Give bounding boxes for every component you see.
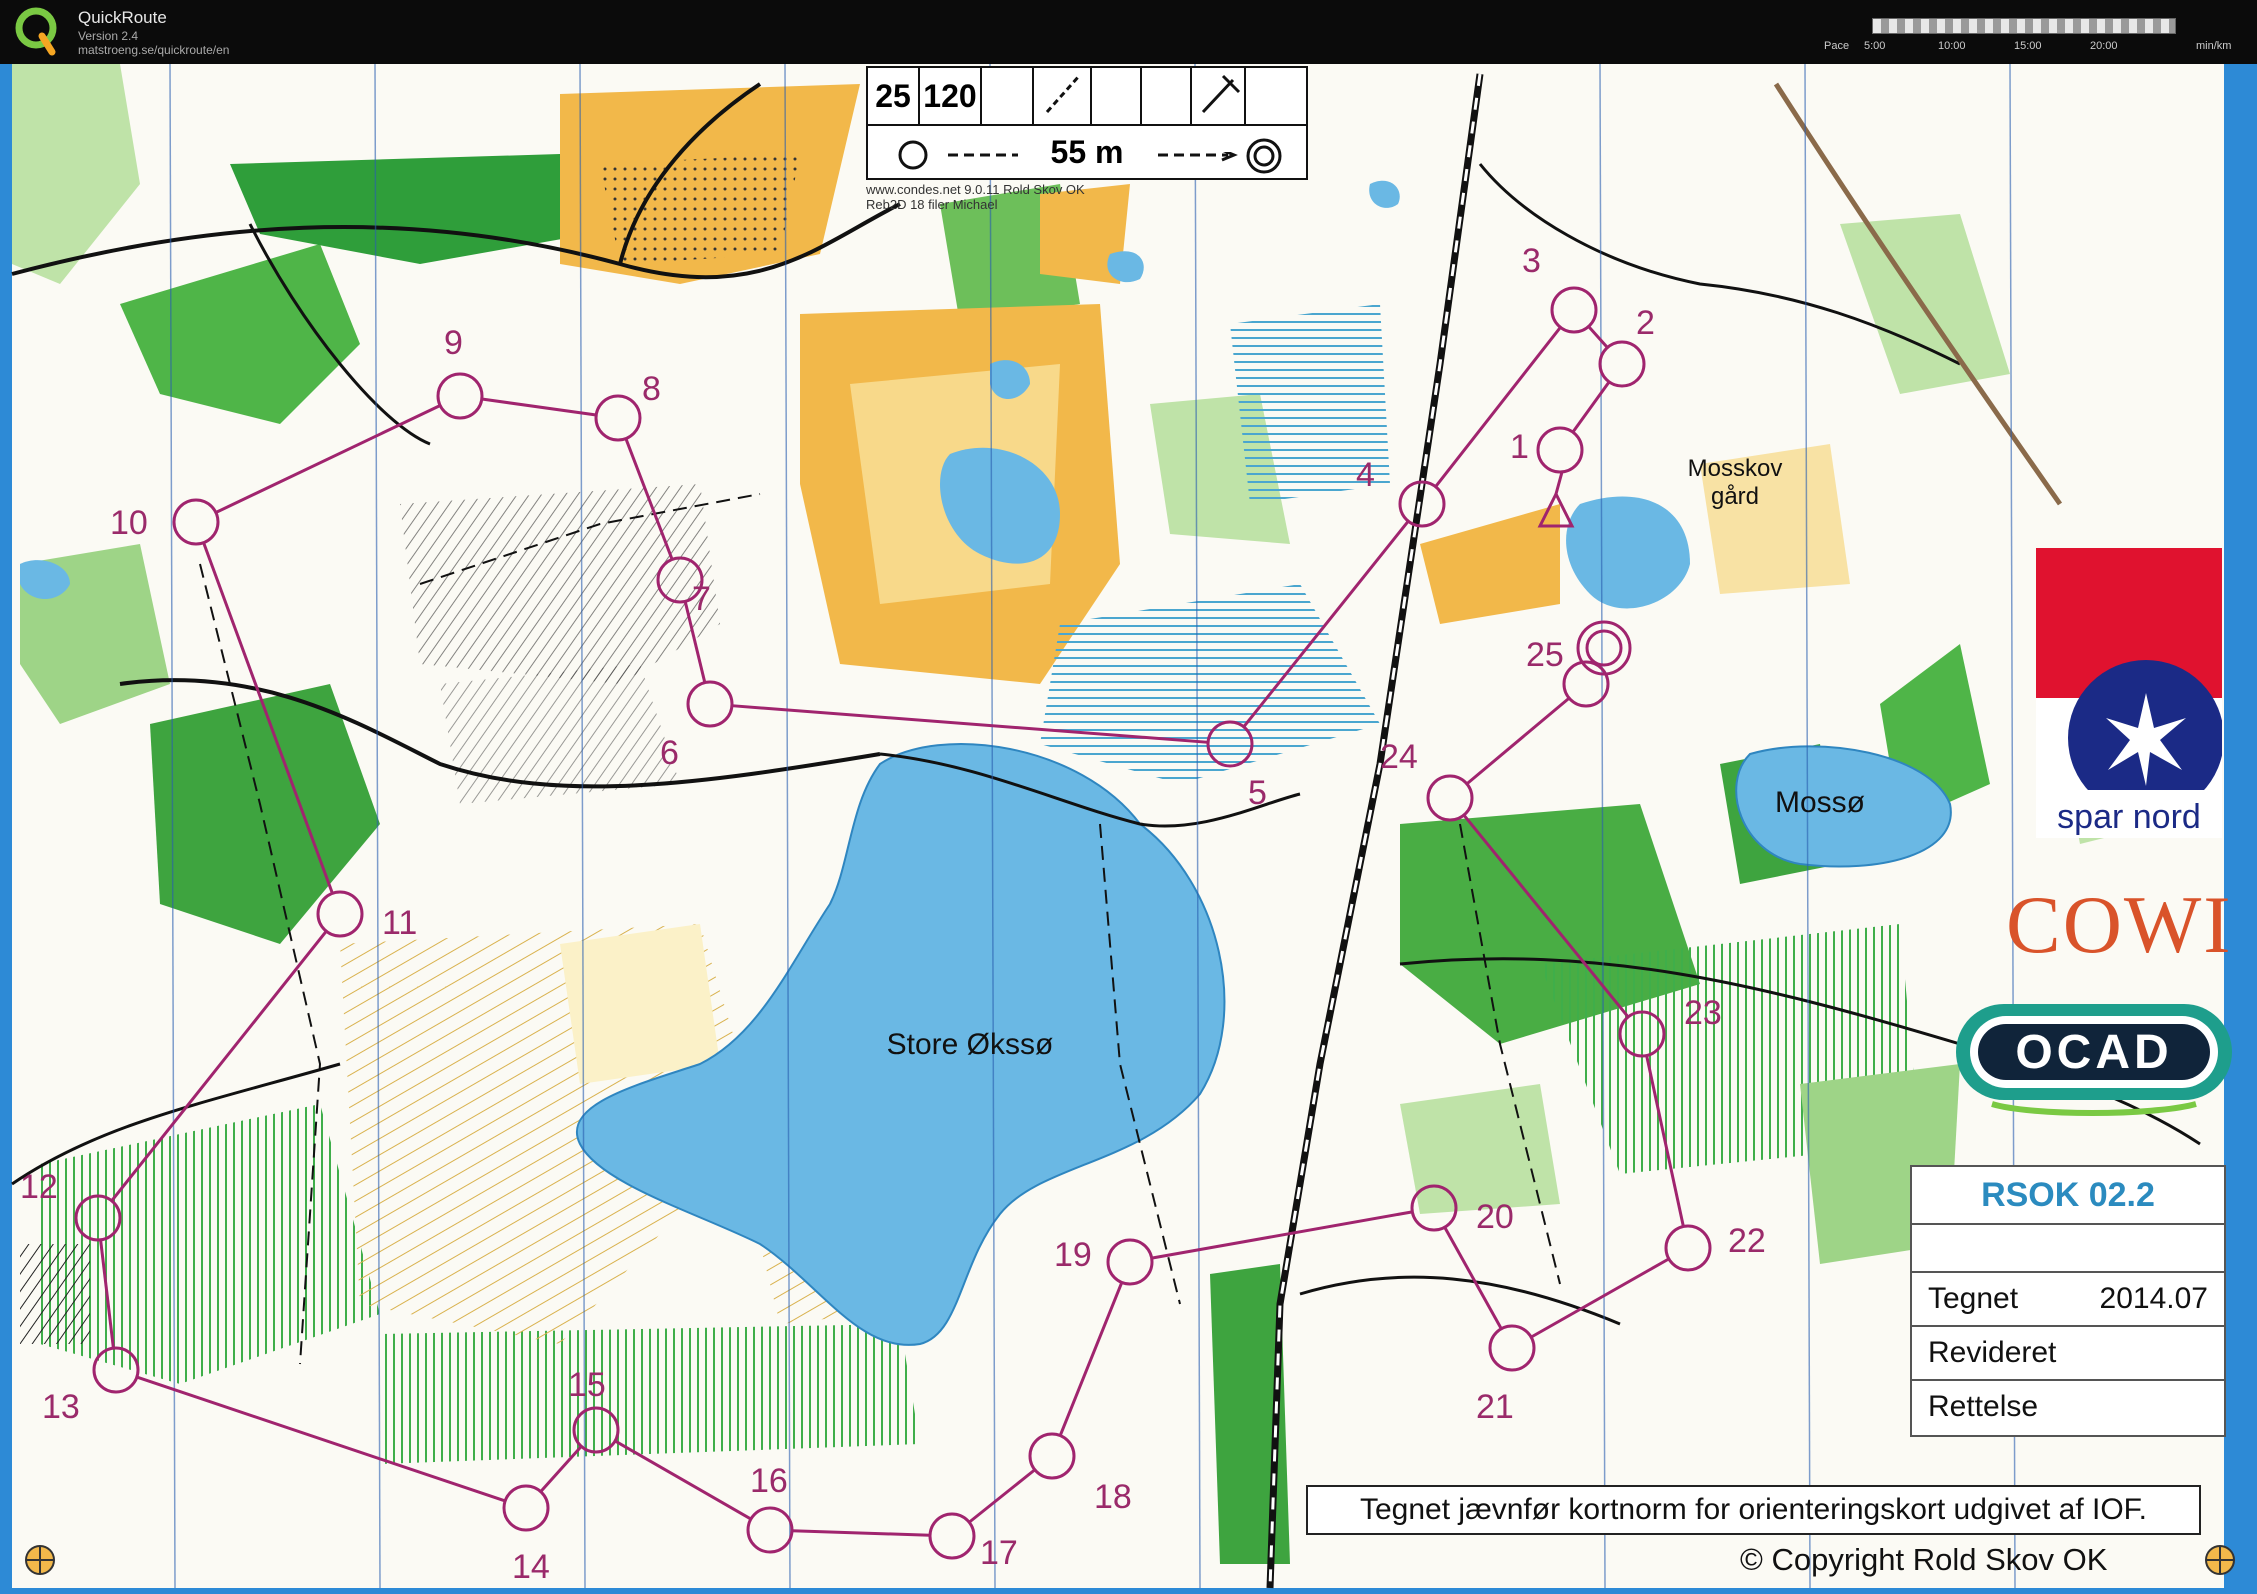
control-number: 13 [42, 1388, 80, 1426]
event-info-panel: RSOK 02.2 Tegnet 2014.07 Revideret Rette… [1910, 1165, 2226, 1437]
control-number: 8 [642, 370, 661, 408]
control-number: 16 [750, 1462, 788, 1500]
control-number: 4 [1356, 456, 1375, 494]
event-title: RSOK 02.2 [1912, 1167, 2224, 1225]
event-row-corrected: Rettelse [1928, 1390, 2039, 1423]
pace-tick: 5:00 [1864, 40, 1886, 52]
control-number: 2 [1636, 304, 1655, 342]
ocad-logo: OCAD [1956, 1004, 2232, 1116]
pace-tick: 20:00 [2090, 40, 2118, 52]
control-number: 22 [1728, 1222, 1766, 1260]
control-number: 19 [1054, 1236, 1092, 1274]
pace-tick: 15:00 [2014, 40, 2042, 52]
cowi-logo: COWI [2006, 879, 2233, 970]
distance-to-finish: 55 m [1050, 134, 1124, 170]
control-number: 10 [110, 504, 148, 542]
slash-symbol-icon [1034, 68, 1092, 124]
spar-nord-text: spar nord [2057, 798, 2201, 836]
course-climb: 120 [920, 68, 982, 124]
corner-marker-icon [2205, 1545, 2235, 1575]
app-name: QuickRoute [78, 8, 167, 27]
control-number: 14 [512, 1548, 550, 1586]
pace-tick: 10:00 [1938, 40, 1966, 52]
course-number: 25 [868, 68, 920, 124]
place-label-mosskov: Mosskov [1688, 455, 1783, 482]
quickroute-logo-icon [15, 7, 57, 56]
control-number: 6 [660, 734, 679, 772]
place-label-gard: gård [1711, 483, 1759, 510]
pickaxe-symbol-icon [1192, 68, 1246, 124]
control-number: 15 [568, 1366, 606, 1404]
event-row-drawn: Tegnet 2014.07 [1912, 1273, 2224, 1327]
event-row-revised: Revideret [1912, 1327, 2224, 1381]
control-number: 20 [1476, 1198, 1514, 1236]
app-version: Version 2.4 [78, 29, 139, 43]
pace-color-bar [1872, 18, 2176, 34]
control-number: 12 [20, 1168, 58, 1206]
spar-nord-logo: spar nord [2036, 548, 2224, 838]
pace-label: Pace [1824, 40, 1850, 52]
control-number: 3 [1522, 242, 1541, 280]
finish-circle-icon [1246, 138, 1282, 174]
lake-label-mosso: Mossø [1775, 786, 1865, 819]
control-number: 23 [1684, 994, 1722, 1032]
control-number: 25 [1526, 636, 1564, 674]
copyright-notice: © Copyright Rold Skov OK [1740, 1542, 2108, 1577]
control-number: 1 [1510, 428, 1529, 466]
spar-nord-mark-icon: spar nord [2036, 548, 2224, 838]
control-number: 7 [692, 580, 711, 618]
control-number: 11 [382, 904, 417, 942]
control-number: 17 [980, 1534, 1018, 1572]
pace-unit: min/km [2196, 40, 2232, 52]
dashed-arrow-line [1158, 152, 1238, 162]
print-note: www.condes.net 9.0.11 Rold Skov OK Reb2D… [866, 182, 1085, 212]
corner-marker-icon [25, 1545, 55, 1575]
app-url[interactable]: matstroeng.se/quickroute/en [78, 43, 229, 57]
lake-label-store-okso: Store Økssø [887, 1028, 1054, 1061]
control-number: 5 [1248, 774, 1267, 812]
app-titlebar: QuickRoute Version 2.4 matstroeng.se/qui… [0, 0, 2257, 64]
ocad-text: OCAD [2015, 1026, 2172, 1079]
legal-note: Tegnet jævnfør kortnorm for orienterings… [1306, 1485, 2201, 1535]
control-number: 21 [1476, 1388, 1514, 1426]
control-number: 18 [1094, 1478, 1132, 1516]
control-description-card: 25 120 55 m [866, 66, 1308, 180]
control-number: 24 [1380, 738, 1418, 776]
control-number: 9 [444, 324, 463, 362]
